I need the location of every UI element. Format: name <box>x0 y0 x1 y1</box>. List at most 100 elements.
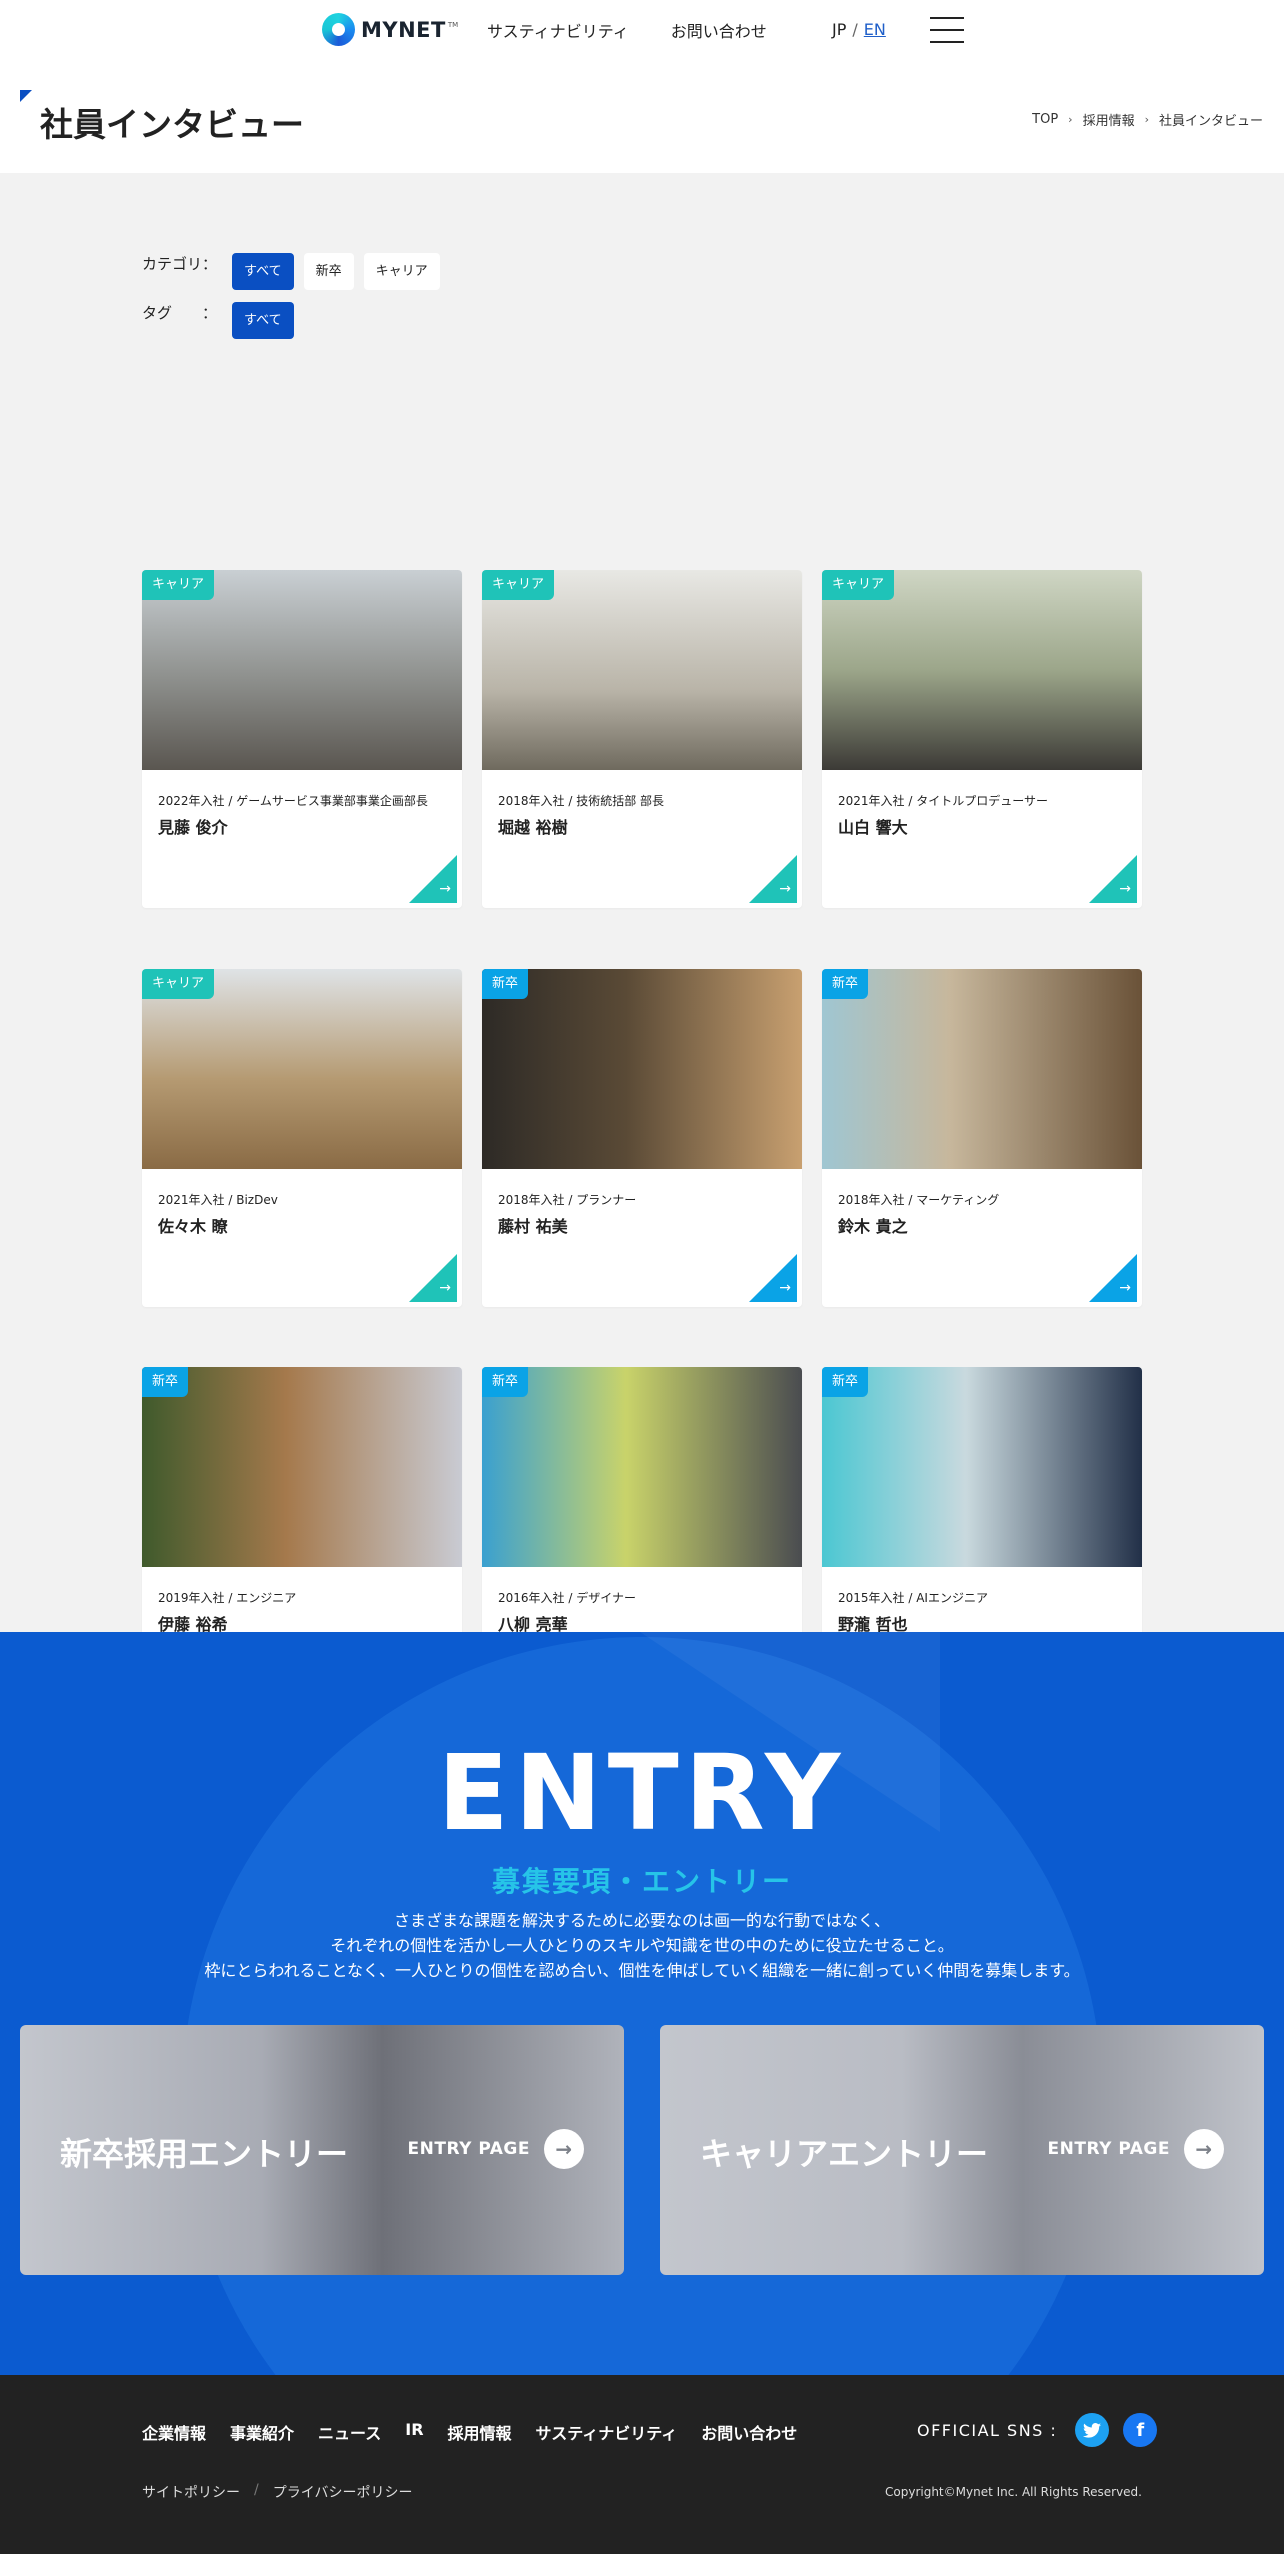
privacy-policy-link[interactable]: プライバシーポリシー <box>273 2482 413 2502</box>
card-photo <box>142 969 462 1169</box>
logo-trademark: TM <box>447 21 459 29</box>
policy-separator: / <box>254 2482 259 2498</box>
footer-nav-sustainability[interactable]: サスティナビリティ <box>536 2420 678 2444</box>
footer-nav-recruit[interactable]: 採用情報 <box>448 2420 512 2444</box>
language-switch: JP / EN <box>832 20 886 39</box>
arrow-right-icon: → <box>409 1254 457 1302</box>
filters: カテゴリ ： すべて 新卒 キャリア タグ ： すべて <box>142 253 450 351</box>
breadcrumb-recruit[interactable]: 採用情報 <box>1083 110 1135 129</box>
footer-nav-ir[interactable]: IR <box>405 2420 423 2444</box>
card-meta: 2022年入社 / ゲームサービス事業部事業企画部長 <box>158 794 428 808</box>
site-policy-link[interactable]: サイトポリシー <box>142 2482 240 2502</box>
card-meta: 2021年入社 / タイトルプロデューサー <box>838 794 1048 808</box>
card-photo <box>822 969 1142 1169</box>
entry-page-link: ENTRY PAGE → <box>408 2129 584 2169</box>
new-grad-entry-card[interactable]: 新卒採用エントリー ENTRY PAGE → <box>20 2025 624 2275</box>
interview-card[interactable]: 新卒 2018年入社 / プランナー 藤村 祐美 → <box>482 969 802 1307</box>
category-tag: 新卒 <box>822 969 869 999</box>
card-meta: 2021年入社 / BizDev <box>158 1193 278 1207</box>
arrow-right-icon: → <box>544 2129 584 2169</box>
lang-separator: / <box>852 20 858 39</box>
card-photo <box>482 1367 802 1567</box>
arrow-right-icon: → <box>1089 1254 1137 1302</box>
arrow-right-icon: → <box>749 1254 797 1302</box>
career-entry-title: キャリアエントリー <box>700 2135 989 2173</box>
logo-ring-icon <box>322 13 355 46</box>
lang-en[interactable]: EN <box>864 20 886 39</box>
interview-card[interactable]: キャリア 2022年入社 / ゲームサービス事業部事業企画部長 見藤 俊介 → <box>142 570 462 908</box>
card-photo <box>142 1367 462 1567</box>
menu-icon[interactable] <box>930 17 964 43</box>
category-tag: キャリア <box>142 969 215 999</box>
nav-contact[interactable]: お問い合わせ <box>671 18 767 42</box>
footer-nav-contact[interactable]: お問い合わせ <box>701 2420 797 2444</box>
footer-nav-business[interactable]: 事業紹介 <box>230 2420 294 2444</box>
card-meta: 2018年入社 / 技術統括部 部長 <box>498 794 665 808</box>
category-filter-row: カテゴリ ： すべて 新卒 キャリア <box>142 253 450 290</box>
category-tag: 新卒 <box>482 1367 529 1397</box>
card-name: 山白 響大 <box>838 818 908 837</box>
category-tag: 新卒 <box>142 1367 189 1397</box>
footer-nav-news[interactable]: ニュース <box>318 2420 381 2444</box>
category-tag: キャリア <box>482 570 555 600</box>
card-meta: 2018年入社 / プランナー <box>498 1193 637 1207</box>
card-meta: 2018年入社 / マーケティング <box>838 1193 1000 1207</box>
card-name: 堀越 裕樹 <box>498 818 568 837</box>
colon: ： <box>202 304 218 322</box>
category-label: カテゴリ <box>142 255 203 273</box>
copyright: Copyright©Mynet Inc. All Rights Reserved… <box>885 2485 1142 2499</box>
header-nav: サスティナビリティ お問い合わせ <box>487 18 767 42</box>
page-title: 社員インタビュー <box>40 105 304 144</box>
lang-jp[interactable]: JP <box>832 20 846 39</box>
breadcrumb-current: 社員インタビュー <box>1158 114 1263 129</box>
entry-title: ENTRY <box>437 1732 847 1854</box>
title-accent-icon <box>20 90 32 102</box>
category-chip-all[interactable]: すべて <box>232 253 294 290</box>
interview-list-section: カテゴリ ： すべて 新卒 キャリア タグ ： すべて キャリア 2022年入社… <box>0 173 1284 1705</box>
footer-nav: 企業情報 事業紹介 ニュース IR 採用情報 サスティナビリティ お問い合わせ <box>142 2420 797 2444</box>
official-sns: OFFICIAL SNS : f <box>917 2413 1158 2447</box>
card-name: 藤村 祐美 <box>498 1217 568 1236</box>
twitter-icon[interactable] <box>1075 2413 1110 2447</box>
arrow-right-icon: → <box>409 855 457 903</box>
card-meta: 2019年入社 / エンジニア <box>158 1591 297 1605</box>
arrow-right-icon: → <box>749 855 797 903</box>
interview-card[interactable]: キャリア 2018年入社 / 技術統括部 部長 堀越 裕樹 → <box>482 570 802 908</box>
breadcrumb-top[interactable]: TOP <box>1032 112 1058 127</box>
entry-subtitle: 募集要項・エントリー <box>491 1865 792 1898</box>
nav-sustainability[interactable]: サスティナビリティ <box>487 18 629 42</box>
card-name: 佐々木 瞭 <box>158 1217 228 1236</box>
tag-filter-row: タグ ： すべて <box>142 302 450 339</box>
tag-chip-all[interactable]: すべて <box>232 302 294 339</box>
site-header: MYNET TM サスティナビリティ お問い合わせ JP / EN <box>0 0 1284 60</box>
chevron-right-icon: › <box>1068 113 1073 126</box>
card-meta: 2015年入社 / AIエンジニア <box>838 1591 988 1605</box>
category-tag: 新卒 <box>822 1367 869 1397</box>
card-photo <box>142 570 462 770</box>
footer-nav-company[interactable]: 企業情報 <box>142 2420 206 2444</box>
tag-label: タグ <box>142 304 173 322</box>
entry-page-link: ENTRY PAGE → <box>1048 2129 1224 2169</box>
category-chip-career[interactable]: キャリア <box>363 253 440 290</box>
interview-card[interactable]: 新卒 2018年入社 / マーケティング 鈴木 貴之 → <box>822 969 1142 1307</box>
category-tag: キャリア <box>822 570 895 600</box>
category-chip-new[interactable]: 新卒 <box>303 253 354 290</box>
card-meta: 2016年入社 / デザイナー <box>498 1591 636 1605</box>
policy-links: サイトポリシー / プライバシーポリシー <box>142 2482 412 2502</box>
entry-page-label: ENTRY PAGE <box>407 2139 530 2159</box>
entry-desc-line: 枠にとらわれることなく、一人ひとりの個性を認め合い、個性を伸ばしていく組織を一緒… <box>204 1961 1080 1980</box>
colon: ： <box>202 255 218 273</box>
logo-text: MYNET <box>361 17 446 42</box>
site-footer: 企業情報 事業紹介 ニュース IR 採用情報 サスティナビリティ お問い合わせ … <box>0 2375 1284 2554</box>
site-logo[interactable]: MYNET TM <box>322 13 458 46</box>
interview-card[interactable]: キャリア 2021年入社 / タイトルプロデューサー 山白 響大 → <box>822 570 1142 908</box>
interview-card[interactable]: キャリア 2021年入社 / BizDev 佐々木 瞭 → <box>142 969 462 1307</box>
category-tag: 新卒 <box>482 969 529 999</box>
card-name: 見藤 俊介 <box>158 818 228 837</box>
career-entry-card[interactable]: キャリアエントリー ENTRY PAGE → <box>660 2025 1264 2275</box>
entry-page-label: ENTRY PAGE <box>1047 2139 1170 2159</box>
facebook-icon[interactable]: f <box>1123 2413 1158 2447</box>
new-grad-entry-title: 新卒採用エントリー <box>60 2135 349 2173</box>
card-photo <box>822 1367 1142 1567</box>
card-photo <box>482 969 802 1169</box>
